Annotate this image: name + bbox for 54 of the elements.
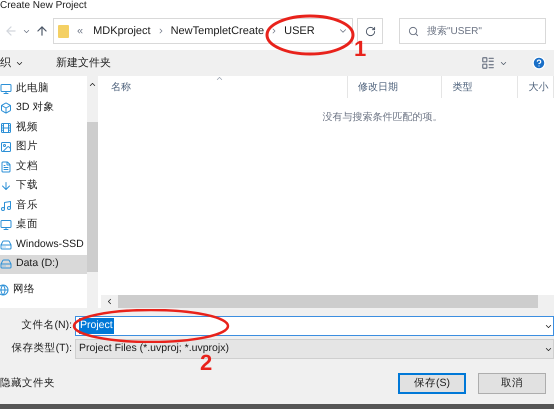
search-field[interactable]: 搜索"USER": [399, 18, 546, 44]
sidebar-item[interactable]: 文档: [0, 157, 87, 176]
globe-icon: [0, 284, 9, 296]
sidebar-item[interactable]: Windows-SSD: [0, 235, 87, 254]
address-bar[interactable]: « MDKproject NewTempletCreate USER: [53, 18, 353, 44]
sidebar-item[interactable]: 图片: [0, 138, 87, 157]
breadcrumb[interactable]: USER: [282, 22, 317, 40]
annotation-number: 1: [354, 38, 366, 60]
scroll-left-icon[interactable]: [105, 297, 114, 306]
sidebar-item[interactable]: 3D 对象: [0, 98, 87, 118]
overflow-chevron[interactable]: «: [73, 22, 88, 40]
drive-icon: [0, 258, 12, 270]
search-placeholder: 搜索"USER": [427, 24, 482, 38]
sidebar-item[interactable]: 下载: [0, 176, 87, 196]
filetype-label: 保存类型(T):: [10, 341, 73, 356]
organize-menu[interactable]: 织: [0, 54, 24, 72]
sidebar-item[interactable]: 音乐: [0, 196, 87, 216]
window-title: Create New Project: [0, 0, 87, 11]
down-arrow-icon: [0, 180, 12, 192]
monitor-icon: [0, 82, 12, 95]
image-icon: [0, 141, 12, 154]
column-header[interactable]: 类型: [442, 76, 518, 98]
dialog-button[interactable]: 保存(S): [398, 373, 466, 394]
column-header[interactable]: 大小: [518, 76, 554, 98]
refresh-icon: [364, 26, 376, 36]
filename-label: 文件名(N):: [20, 318, 73, 334]
scroll-thumb[interactable]: [87, 122, 98, 272]
hide-folders-toggle[interactable]: 隐藏文件夹: [0, 376, 55, 392]
empty-message: 没有与搜索条件匹配的项。: [322, 110, 442, 125]
sort-caret-icon: [215, 74, 224, 83]
dialog-button[interactable]: 取消: [478, 373, 546, 394]
column-header[interactable]: 名称: [101, 76, 348, 98]
column-header[interactable]: 修改日期: [348, 76, 442, 98]
breadcrumb[interactable]: MDKproject: [91, 22, 153, 40]
monitor-icon: [0, 219, 12, 232]
view-icon[interactable]: [481, 56, 495, 70]
music-note-icon: [0, 200, 12, 212]
scroll-up-icon[interactable]: [88, 80, 97, 89]
sidebar-item[interactable]: 桌面: [0, 216, 87, 235]
help-icon[interactable]: [532, 56, 546, 70]
filename-value: Project: [79, 318, 114, 334]
sidebar-item[interactable]: 网络: [0, 280, 87, 300]
sidebar-item[interactable]: Data (D:): [0, 254, 87, 274]
folder-icon: [58, 24, 69, 38]
drive-icon: [0, 238, 12, 251]
new-folder-button[interactable]: 新建文件夹: [56, 54, 111, 72]
cube-icon: [0, 102, 12, 114]
sidebar-item[interactable]: 此电脑: [0, 79, 87, 98]
document-icon: [0, 160, 12, 173]
filename-field[interactable]: Project: [75, 316, 554, 336]
sidebar-item[interactable]: 视频: [0, 118, 87, 138]
film-icon: [0, 122, 12, 134]
breadcrumb[interactable]: NewTempletCreate: [168, 22, 266, 40]
search-icon: [408, 26, 419, 36]
